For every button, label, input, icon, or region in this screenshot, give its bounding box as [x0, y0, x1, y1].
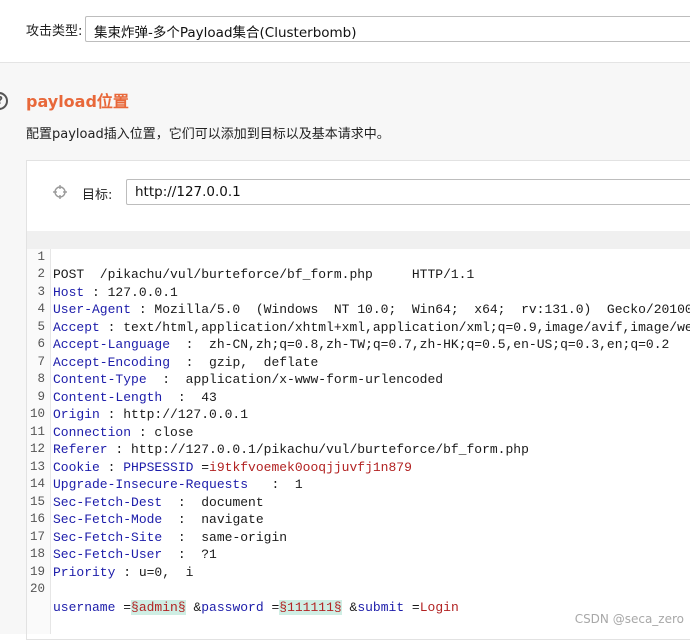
- header-line: 5 Accept-Language : zh-CN,zh;q=0.8,zh-TW…: [27, 301, 690, 353]
- crosshair-icon: [53, 185, 67, 199]
- header-line: 18 Priority : u=0, i: [27, 529, 690, 580]
- param-value: Login: [419, 599, 459, 615]
- payload-marker[interactable]: §111111§: [279, 599, 342, 615]
- header-line: 14 Sec-Fetch-Dest : document: [27, 459, 690, 510]
- cookie-line: 12 Cookie : PHPSESSID =i9tkfvoemek0ooqjj…: [27, 424, 690, 475]
- param-name: password: [201, 599, 264, 615]
- header-line: 3 User-Agent : Mozilla/5.0 (Windows NT 1…: [27, 266, 690, 318]
- param-name: submit: [357, 599, 405, 615]
- header-line: 2 Host : 127.0.0.1: [27, 249, 690, 300]
- header-line: 7 Content-Type : application/x-www-form-…: [27, 336, 690, 388]
- blank-line: 19: [27, 546, 690, 579]
- request-editor[interactable]: 1 POST /pikachu/vul/burteforce/bf_form.p…: [27, 231, 690, 634]
- header-line: 4 Accept : text/html,application/xhtml+x…: [27, 284, 690, 335]
- attack-type-select[interactable]: 集束炸弹-多个Payload集合(Clusterbomb): [85, 16, 690, 42]
- body-line: 20 username =§admin§ &password =§111111§…: [27, 564, 690, 615]
- section-title: payload位置: [26, 92, 129, 111]
- header-line: 6 Accept-Encoding : gzip, deflate: [27, 319, 690, 370]
- header-line: 13 Upgrade-Insecure-Requests : 1: [27, 441, 690, 493]
- header-line: 16 Sec-Fetch-Site : same-origin: [27, 494, 690, 545]
- header-line: 11 Referer : http://127.0.0.1/pikachu/vu…: [27, 406, 690, 458]
- target-input[interactable]: http://127.0.0.1: [126, 179, 690, 205]
- header-line: 17 Sec-Fetch-User : ?1: [27, 511, 690, 563]
- payload-marker[interactable]: §admin§: [131, 599, 186, 615]
- header-line: 15 Sec-Fetch-Mode : navigate: [27, 476, 690, 528]
- line-number: 20: [29, 582, 45, 596]
- section-description: 配置payload插入位置，它们可以添加到目标以及基本请求中。: [26, 127, 390, 142]
- watermark: CSDN @seca_zero: [574, 612, 684, 626]
- header-line: 8 Content-Length : 43: [27, 354, 690, 405]
- header-line: 10 Connection : close: [27, 389, 690, 440]
- param-name: username: [53, 599, 116, 615]
- request-line: 1 POST /pikachu/vul/burteforce/bf_form.p…: [27, 231, 690, 282]
- attack-type-label: 攻击类型:: [26, 24, 83, 39]
- target-label: 目标:: [82, 188, 113, 203]
- header-line: 9 Origin : http://127.0.0.1: [27, 371, 690, 423]
